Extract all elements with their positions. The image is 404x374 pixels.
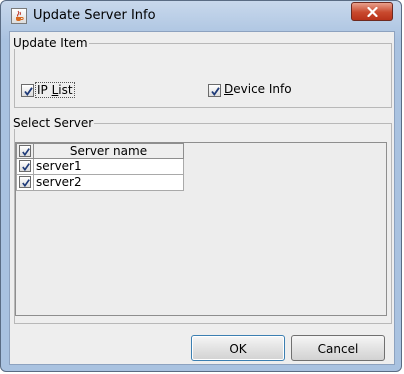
update-item-group: Update Item IP List Device Info bbox=[13, 36, 392, 108]
window-title: Update Server Info bbox=[33, 8, 156, 23]
close-x-icon bbox=[367, 7, 378, 17]
server-table: Server name server1 server2 bbox=[15, 142, 387, 316]
table-row[interactable]: server1 bbox=[33, 159, 184, 175]
select-server-legend: Select Server bbox=[13, 116, 94, 130]
ip-list-checkbox[interactable] bbox=[21, 84, 34, 97]
title-bar[interactable]: Update Server Info bbox=[1, 1, 401, 31]
checkmark-icon bbox=[22, 179, 30, 188]
checkmark-icon bbox=[211, 87, 220, 97]
table-row-checkbox-cell[interactable] bbox=[16, 175, 34, 191]
dialog-window: Update Server Info Update Item IP List D… bbox=[0, 0, 402, 372]
device-info-label[interactable]: Device Info bbox=[224, 82, 292, 96]
close-button[interactable] bbox=[351, 2, 393, 21]
select-server-group: Select Server Server name server1 server… bbox=[13, 116, 392, 324]
checkmark-icon bbox=[24, 87, 33, 97]
ok-button[interactable]: OK bbox=[191, 335, 285, 361]
table-row[interactable]: server2 bbox=[33, 175, 184, 191]
select-all-header[interactable] bbox=[16, 143, 34, 159]
checkmark-icon bbox=[22, 163, 30, 172]
dialog-content: Update Item IP List Device Info Select S… bbox=[9, 31, 395, 365]
device-info-checkbox[interactable] bbox=[208, 84, 221, 97]
cancel-button[interactable]: Cancel bbox=[291, 335, 385, 361]
server1-checkbox[interactable] bbox=[19, 160, 31, 172]
select-all-checkbox[interactable] bbox=[19, 145, 31, 157]
server2-checkbox[interactable] bbox=[19, 176, 31, 188]
ip-list-label[interactable]: IP List bbox=[35, 82, 75, 98]
checkmark-icon bbox=[22, 148, 30, 157]
column-header-server-name[interactable]: Server name bbox=[33, 143, 184, 159]
update-item-legend: Update Item bbox=[13, 36, 88, 50]
java-cup-icon bbox=[11, 8, 27, 24]
table-row-checkbox-cell[interactable] bbox=[16, 159, 34, 175]
